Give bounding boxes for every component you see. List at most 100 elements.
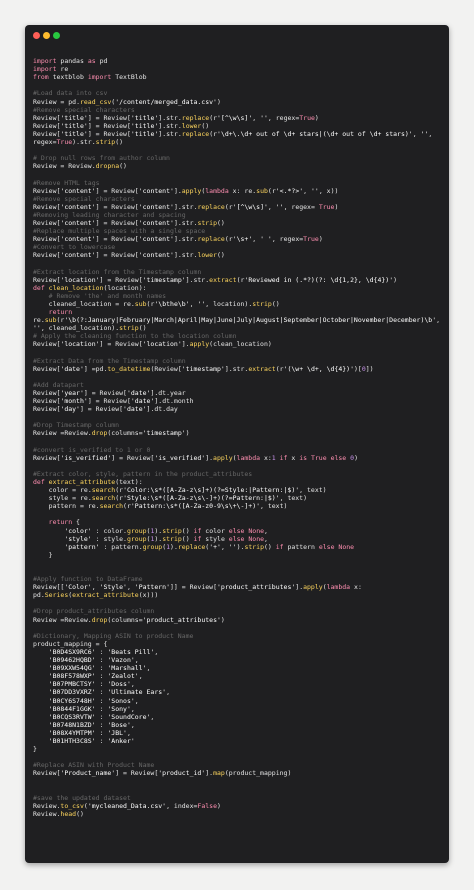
code-line: regex=True).str.strip() [33, 138, 124, 147]
code-line: 'B08X4YMTPM' : 'JBL', [48, 728, 131, 737]
code-line: Review['content'] = Review['content'].st… [33, 218, 225, 227]
code-line: #Remove HTML tags [33, 178, 100, 187]
code-block: import pandas as pd import re from textblo… [25, 47, 449, 818]
code-line: #Remove special characters [33, 194, 135, 203]
code-line: Review['date'] =pd.to_datetime(Review['t… [33, 364, 374, 373]
code-line: def clean_location(location): [33, 283, 147, 292]
code-line: 'pattern' : pattern.group(1).replace('+'… [64, 542, 355, 551]
code-line: #Add datapart [33, 380, 84, 389]
code-line: #Drop product_attributes column [33, 607, 155, 616]
code-line: pattern = re.search(r'Pattern:\s*([A-Za-… [48, 502, 288, 511]
code-line: Review['title'] = Review['title'].str.lo… [33, 121, 210, 130]
code-line: product_mapping = { [33, 639, 108, 648]
code-line: #Convert to lowercase [33, 243, 116, 252]
code-line: 'B01HTH3C8S' : 'Anker' [48, 736, 135, 745]
code-line: 'B0CY6S748H' : 'Sonos', [48, 696, 139, 705]
code-line: #Extract color, style, pattern in the pr… [33, 469, 253, 478]
code-line: #Drop Timestamp column [33, 421, 120, 430]
code-editor-window: import pandas as pd import re from textblo… [25, 25, 449, 863]
code-line: Review[['Color', 'Style', 'Pattern']] = … [33, 583, 362, 592]
code-line: 'B0844F1GGK' : 'Sony', [48, 704, 135, 713]
code-line: #Load data into csv [33, 89, 108, 98]
code-line: #save the updated dataset [33, 793, 131, 802]
code-line: Review['Product_name'] = Review['product… [33, 769, 292, 778]
code-line: # Apply the cleaning function to the loc… [33, 332, 237, 341]
code-line: #Extract location from the Timestamp col… [33, 267, 202, 276]
code-line: Review =Review.drop(columns='product_att… [33, 615, 225, 624]
code-line: import pandas as pd [33, 57, 108, 66]
code-line: 'B0D4SX9RC6' : 'Beats Pill', [48, 647, 159, 656]
code-line: 'B0748N1BZD' : 'Bose', [48, 720, 135, 729]
code-line: 'B07DD3VXRZ' : 'Ultimate Ears', [48, 688, 170, 697]
code-line: color = re.search(r'Color:\s*([A-Za-z\s]… [48, 486, 327, 495]
code-line: #Replace multiple spaces with a single s… [33, 227, 206, 236]
code-line: #Extract Data from the Timestamp column [33, 356, 186, 365]
code-line: pd.Series(extract_attribute(x))) [33, 591, 159, 600]
code-line: re.sub(r'\b(?:January|February|March|Apr… [33, 316, 441, 325]
code-line: Review['location'] = Review['timestamp']… [33, 275, 398, 284]
code-line: 'B07PMBCTSY' : 'Doss', [48, 680, 135, 689]
code-line: Review =Review.drop(columns='timestamp') [33, 429, 190, 438]
code-line: Review = Review.dropna() [33, 162, 127, 171]
code-line: #Remove special characters [33, 105, 135, 114]
maximize-window-button[interactable] [53, 32, 60, 39]
code-line: Review.to_csv('mycleaned_Data.csv', inde… [33, 801, 221, 810]
code-line: 'style' : style.group(1).strip() if styl… [64, 534, 268, 543]
code-line: # Remove 'the' and month names [33, 291, 167, 300]
code-line: 'B08F578WXP' : 'Zealot', [48, 672, 143, 681]
code-line: Review['year'] = Review['date'].dt.year [33, 388, 186, 397]
code-line: Review['content'] = Review['content'].st… [33, 251, 225, 260]
code-line: Review['title'] = Review['title'].str.re… [33, 129, 433, 138]
close-window-button[interactable] [33, 32, 40, 39]
code-line: '', cleaned_location).strip() [33, 324, 147, 333]
code-line: Review['content'] = Review['content'].ap… [33, 186, 339, 195]
code-line: #Removing leading character and spacing [33, 210, 186, 219]
minimize-window-button[interactable] [43, 32, 50, 39]
code-line: Review['is_verified'] = Review['is_verif… [33, 453, 358, 462]
code-line: Review['location'] = Review['location'].… [33, 340, 272, 349]
code-line: Review['content'] = Review['content'].st… [33, 202, 339, 211]
code-line: Review.head() [33, 809, 84, 818]
code-line: return { [48, 518, 80, 527]
window-titlebar [25, 25, 449, 47]
code-line: 'B0CQS3RVTW' : 'SoundCore', [48, 712, 155, 721]
code-line: import re [33, 65, 69, 74]
code-line: Review['title'] = Review['title'].str.re… [33, 113, 319, 122]
code-line: # Drop null rows from author column [33, 154, 170, 163]
code-line: cleaned_location = re.sub(r'\bthe\b', ''… [48, 299, 280, 308]
code-line: #Dictionary, Mapping ASIN to product Nam… [33, 631, 194, 640]
code-line: def extract_attribute(text): [33, 477, 143, 486]
code-line: Review = pd.read_csv('/content/merged_da… [33, 97, 221, 106]
code-line: 'B09462HQBD' : 'Vazon', [48, 656, 139, 665]
code-line: return [48, 308, 73, 316]
code-line: #Apply function to DataFrame [33, 575, 143, 584]
code-line: 'color' : color.group(1).strip() if colo… [64, 526, 268, 535]
code-line: } [33, 745, 37, 754]
code-line: #Replace ASIN with Product Name [33, 761, 155, 770]
code-line: style = re.search(r'Style:\s*([A-Za-z\s\… [48, 494, 308, 503]
code-line: Review['day'] = Review['date'].dt.day [33, 405, 178, 414]
code-line: 'B09XXW54QG' : 'Marshall', [48, 664, 151, 673]
code-line: Review['content'] = Review['content'].st… [33, 235, 323, 244]
code-line: Review['month'] = Review['date'].dt.mont… [33, 397, 194, 406]
code-line: from textblob import TextBlob [33, 73, 147, 82]
code-line: } [33, 550, 53, 559]
